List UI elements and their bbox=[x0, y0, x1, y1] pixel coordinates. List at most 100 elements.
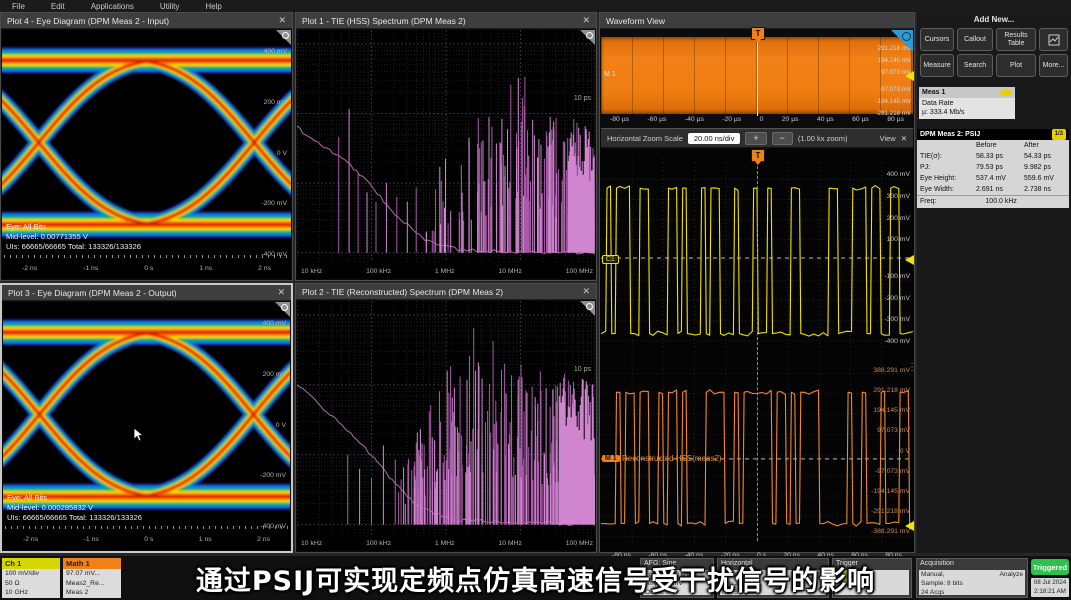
overview-x-tick: 40 µs bbox=[817, 116, 834, 123]
callout-button[interactable]: Callout bbox=[957, 28, 993, 51]
chart-tool-icon bbox=[1048, 34, 1060, 46]
waveform-zoom-area[interactable]: T C1 M 1 Reconstructed HSS(meas2) 400 mV… bbox=[600, 149, 914, 552]
overview-x-tick: 20 µs bbox=[782, 116, 799, 123]
dpm-page-badge[interactable]: 1/3 bbox=[1052, 129, 1066, 140]
ch1-status-badge[interactable]: Ch 1 100 mV/div50 Ω10 GHz bbox=[2, 558, 60, 598]
math1-status-badge[interactable]: Math 1 97.07 mV...Meas2_Re...Meas 2 bbox=[63, 558, 121, 598]
more-button[interactable]: More... bbox=[1039, 54, 1068, 77]
mid-level-label: Mid-level: 0.000285832 V bbox=[7, 503, 142, 513]
ch1-y-tick: 400 mV bbox=[887, 171, 910, 178]
plot1-titlebar: Plot 1 - TIE (HSS) Spectrum (DPM Meas 2)… bbox=[296, 13, 596, 29]
overview-y-tick: 194.145 mV bbox=[878, 57, 911, 64]
plot4-close-icon[interactable]: ✕ bbox=[278, 15, 286, 26]
y-ref-label: 10 ps bbox=[574, 95, 591, 102]
overview-y-tick: -97.073 mV bbox=[879, 86, 911, 93]
plot4-canvas[interactable]: 400 mV200 mV0 V-200 mV-400 mV Eye: All B… bbox=[2, 30, 291, 279]
ch1-y-tick: 200 mV bbox=[887, 215, 910, 222]
trigger-position-line bbox=[757, 32, 758, 116]
plot4-eye-stats: Eye: All Bits Mid-level: 0.00771355 V UI… bbox=[6, 222, 141, 252]
zoom-out-button[interactable]: − bbox=[772, 132, 793, 145]
y-tick-label: 0 V bbox=[276, 422, 286, 429]
plot3-canvas[interactable]: 400 mV200 mV0 V-200 mV-400 mV Eye: All B… bbox=[3, 302, 290, 550]
magnifier-icon bbox=[282, 32, 289, 39]
x-tick-label: 1 ns bbox=[199, 265, 212, 272]
zoom-view-label: View bbox=[880, 134, 896, 143]
plot4-title: Plot 4 - Eye Diagram (DPM Meas 2 - Input… bbox=[7, 16, 169, 26]
eye-bits-label: Eye: All Bits bbox=[6, 222, 141, 232]
freq-tick-label: 100 MHz bbox=[566, 268, 593, 275]
trigger-marker[interactable]: T bbox=[751, 149, 765, 162]
menu-item[interactable]: Utility bbox=[160, 2, 180, 11]
triggered-indicator[interactable]: Triggered bbox=[1031, 559, 1069, 575]
plot-button[interactable]: Plot bbox=[996, 54, 1036, 77]
menu-item[interactable]: Applications bbox=[91, 2, 134, 11]
subtitle-overlay: 通过PSIJ可实现定频点仿真高速信号受干扰信号的影响 bbox=[196, 559, 875, 598]
menu-item[interactable]: File bbox=[12, 2, 25, 11]
y-ref-label: 10 ps bbox=[574, 366, 591, 373]
overview-x-tick: -40 µs bbox=[685, 116, 704, 123]
zoom-close-icon[interactable]: ✕ bbox=[901, 134, 907, 143]
measure-button[interactable]: Measure bbox=[920, 54, 954, 77]
acquisition-panel[interactable]: Acquisition Manual, Analyze Sample: 8 bi… bbox=[916, 558, 1028, 598]
freq-value: 100.0 kHz bbox=[936, 196, 1066, 208]
plot2-canvas[interactable]: 10 ps 10 kHz100 kHz1 MHz10 MHz100 MHz bbox=[297, 301, 595, 551]
panel-splitter-handle[interactable]: ⋮ bbox=[907, 362, 917, 373]
math-offset-arrow-icon[interactable] bbox=[905, 521, 914, 531]
waveform-view-title: Waveform View bbox=[606, 16, 665, 26]
menu-item[interactable]: Edit bbox=[51, 2, 65, 11]
plot2-panel[interactable]: Plot 2 - TIE (Reconstructed) Spectrum (D… bbox=[295, 283, 597, 553]
meas1-name: Data Rate bbox=[922, 99, 1012, 108]
dpm-measurement-row: Eye Height:537.4 mV559.6 mV bbox=[917, 173, 1069, 184]
mouse-cursor bbox=[133, 427, 145, 443]
trigger-marker[interactable]: T bbox=[751, 27, 765, 40]
zoom-scale-value[interactable]: 20.00 ns/div bbox=[688, 133, 740, 144]
zoom-factor-label: (1.00 kx zoom) bbox=[798, 134, 848, 143]
plot2-title: Plot 2 - TIE (Reconstructed) Spectrum (D… bbox=[302, 287, 503, 297]
plot3-panel[interactable]: Plot 3 - Eye Diagram (DPM Meas 2 - Outpu… bbox=[0, 283, 293, 553]
x-tick-label: 1 ns bbox=[199, 536, 212, 543]
zoom-in-button[interactable]: + bbox=[745, 132, 766, 145]
plot1-close-icon[interactable]: ✕ bbox=[582, 15, 590, 26]
y-tick-label: 200 mV bbox=[264, 99, 287, 106]
search-button[interactable]: Search bbox=[957, 54, 993, 77]
menu-item[interactable]: Help bbox=[205, 2, 221, 11]
plot1-panel[interactable]: Plot 1 - TIE (HSS) Spectrum (DPM Meas 2)… bbox=[295, 12, 597, 281]
meas1-badge-card[interactable]: Meas 1 Data Rate µ: 333.4 Mb/s bbox=[919, 87, 1015, 119]
y-tick-label: 400 mV bbox=[264, 48, 287, 55]
dpm-title: DPM Meas 2: PSIJ bbox=[920, 129, 980, 140]
results-table-button[interactable]: Results Table bbox=[996, 28, 1036, 51]
x-tick-label: -2 ns bbox=[23, 536, 38, 543]
add-new-buttons: Cursors Callout Results Table Measure Se… bbox=[920, 28, 1068, 77]
ch1-badge-title: Ch 1 bbox=[2, 558, 60, 569]
act-on-event-button[interactable] bbox=[1039, 28, 1068, 51]
ch1-ground-arrow-icon[interactable] bbox=[905, 255, 914, 265]
x-tick-label: 2 ns bbox=[257, 536, 270, 543]
x-tick-label: -1 ns bbox=[83, 265, 98, 272]
y-tick-label: 400 mV bbox=[263, 320, 286, 327]
dpm-column-headers: Before After bbox=[917, 140, 1069, 151]
math-y-tick: 388.291 mV bbox=[873, 367, 910, 374]
reference-level-arrow-icon[interactable] bbox=[905, 71, 914, 81]
plot4-panel[interactable]: Plot 4 - Eye Diagram (DPM Meas 2 - Input… bbox=[0, 12, 293, 281]
dpm-col-after: After bbox=[1024, 140, 1068, 151]
plot3-title: Plot 3 - Eye Diagram (DPM Meas 2 - Outpu… bbox=[8, 288, 177, 298]
plot3-close-icon[interactable]: ✕ bbox=[277, 287, 285, 298]
cursors-button[interactable]: Cursors bbox=[920, 28, 954, 51]
math-y-tick: -97.073 mV bbox=[875, 468, 910, 475]
x-tick-label: -1 ns bbox=[84, 536, 99, 543]
math1-setting: 97.07 mV... bbox=[66, 569, 118, 579]
tie-hss-spectrum bbox=[297, 30, 595, 262]
acquisition-setting: Sample: 8 bits bbox=[921, 579, 1023, 588]
acquisition-analyze: Analyze bbox=[1000, 570, 1023, 579]
plot2-close-icon[interactable]: ✕ bbox=[582, 286, 590, 297]
uis-label: UIs: 66665/66665 Total: 133326/133326 bbox=[7, 513, 142, 523]
waveform-view-panel[interactable]: Waveform View M 1 T 291.218 mV194.145 mV… bbox=[599, 12, 915, 553]
freq-tick-label: 10 kHz bbox=[301, 540, 322, 547]
waveform-overview[interactable]: M 1 T 291.218 mV194.145 mV97.073 mV-97.0… bbox=[600, 29, 914, 128]
math1-badge[interactable]: M 1 bbox=[602, 455, 620, 462]
magnifier-icon bbox=[281, 304, 288, 311]
dpm-meas2-card[interactable]: DPM Meas 2: PSIJ 1/3 Before After TIE(σ)… bbox=[917, 129, 1069, 208]
plot1-canvas[interactable]: 10 ps 10 kHz100 kHz1 MHz10 MHz100 MHz bbox=[297, 30, 595, 279]
ch1-badge[interactable]: C1 bbox=[602, 255, 619, 264]
zoom-scale-label: Horizontal Zoom Scale bbox=[607, 134, 683, 143]
